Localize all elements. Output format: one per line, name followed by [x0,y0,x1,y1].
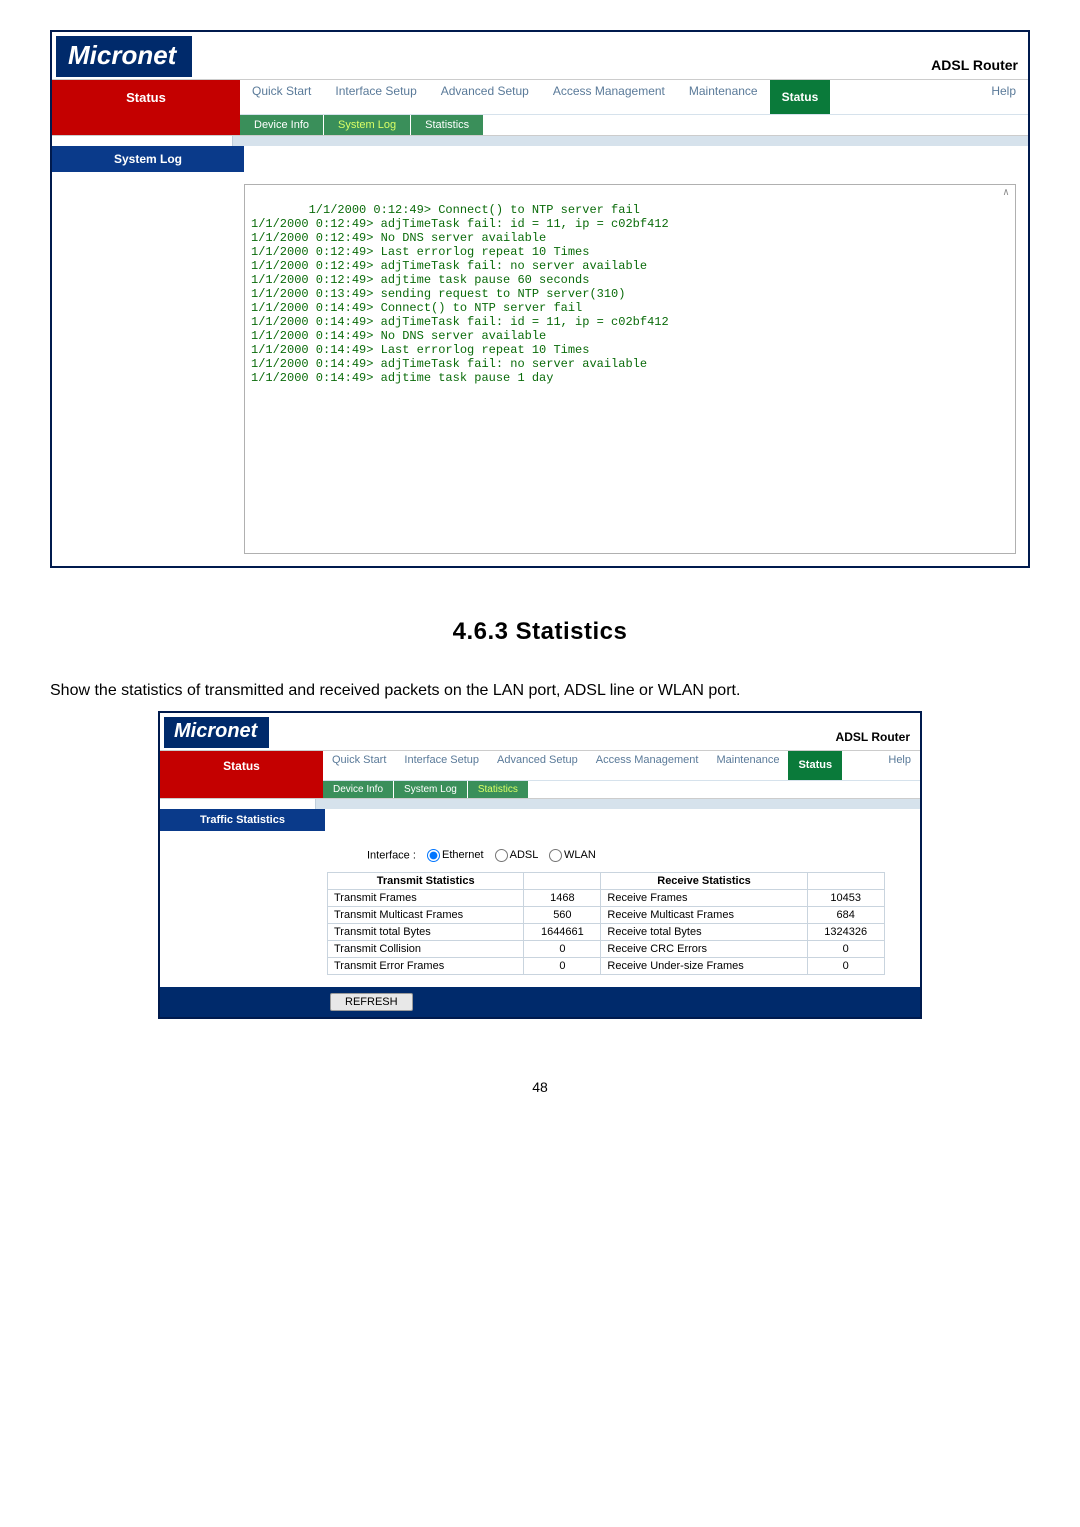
nav-interface-setup[interactable]: Interface Setup [323,80,428,114]
stats-table: Transmit Statistics Receive Statistics T… [327,872,885,975]
router-label-2: ADSL Router [836,730,910,748]
radio-ethernet-label[interactable]: Ethernet [419,849,484,861]
brand-bar: Micronet ADSL Router [52,32,1028,79]
top-nav-2: Status Quick Start Interface Setup Advan… [160,750,920,799]
screenshot-traffic-stats: Micronet ADSL Router Status Quick Start … [158,711,922,1019]
nav-maintenance[interactable]: Maintenance [677,80,770,114]
subnav-system-log-2[interactable]: System Log [394,781,468,798]
nav-access-management[interactable]: Access Management [541,80,677,114]
radio-wlan-label[interactable]: WLAN [541,849,596,861]
nav-quick-start[interactable]: Quick Start [240,80,323,114]
radio-adsl-label[interactable]: ADSL [487,849,538,861]
subnav-statistics-2[interactable]: Statistics [468,781,529,798]
refresh-button[interactable]: REFRESH [330,993,413,1011]
nav-help-2[interactable]: Help [879,751,920,780]
radio-adsl[interactable] [495,849,508,862]
section-paragraph: Show the statistics of transmitted and r… [50,676,1030,706]
nav-access-management-2[interactable]: Access Management [587,751,708,780]
router-label: ADSL Router [931,57,1018,77]
brand-logo-2: Micronet [164,717,269,748]
system-log-textarea[interactable]: ∧ 1/1/2000 0:12:49> Connect() to NTP serv… [244,184,1016,554]
scroll-up-icon[interactable]: ∧ [999,187,1013,201]
nav-status-active-2[interactable]: Status [788,751,842,780]
nav-status-2[interactable]: Status [160,751,323,798]
nav-advanced-setup[interactable]: Advanced Setup [429,80,541,114]
subnav-system-log[interactable]: System Log [324,115,411,135]
panel-title-system-log: System Log [52,146,244,172]
nav-maintenance-2[interactable]: Maintenance [707,751,788,780]
table-row: Transmit Error Frames 0 Receive Under-si… [328,957,885,974]
screenshot-system-log: Micronet ADSL Router Status Quick Start … [50,30,1030,568]
section-heading: 4.6.3 Statistics [50,618,1030,646]
nav-status-active[interactable]: Status [770,80,831,114]
nav-advanced-setup-2[interactable]: Advanced Setup [488,751,587,780]
nav-help[interactable]: Help [979,80,1028,114]
table-row: Transmit Collision 0 Receive CRC Errors … [328,940,885,957]
nav-status[interactable]: Status [52,80,240,135]
radio-wlan[interactable] [549,849,562,862]
subnav-device-info[interactable]: Device Info [240,115,324,135]
interface-selector: Interface : Ethernet ADSL WLAN [367,849,908,862]
top-nav: Status Quick Start Interface Setup Advan… [52,79,1028,136]
refresh-bar: REFRESH [160,987,920,1017]
table-row: Transmit Frames 1468 Receive Frames 1045… [328,889,885,906]
table-row: Transmit Multicast Frames 560 Receive Mu… [328,906,885,923]
system-log-content: 1/1/2000 0:12:49> Connect() to NTP serve… [251,203,669,385]
nav-quick-start-2[interactable]: Quick Start [323,751,395,780]
brand-bar-2: Micronet ADSL Router [160,713,920,750]
interface-label: Interface : [367,849,416,861]
th-transmit-val [524,872,601,889]
panel-title-traffic: Traffic Statistics [160,809,325,831]
table-row: Transmit total Bytes 1644661 Receive tot… [328,923,885,940]
radio-ethernet[interactable] [427,849,440,862]
brand-logo: Micronet [56,36,192,77]
th-receive-val [807,872,884,889]
page-number: 48 [50,1079,1030,1095]
subnav-statistics[interactable]: Statistics [411,115,484,135]
th-receive: Receive Statistics [601,872,807,889]
th-transmit: Transmit Statistics [328,872,524,889]
subnav-device-info-2[interactable]: Device Info [323,781,394,798]
nav-interface-setup-2[interactable]: Interface Setup [395,751,488,780]
